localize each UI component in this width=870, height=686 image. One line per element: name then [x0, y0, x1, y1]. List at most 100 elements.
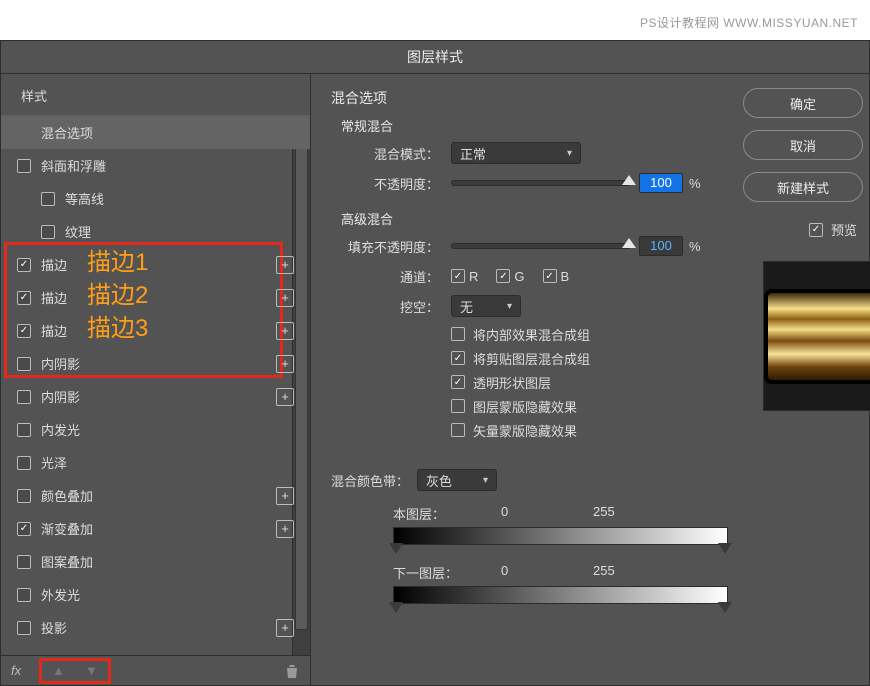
under-layer-label: 下一图层：: [393, 563, 458, 582]
channels-label: 通道：: [331, 267, 451, 286]
style-label: 渐变叠加: [41, 519, 276, 538]
opt3-checkbox[interactable]: [451, 375, 465, 389]
opt5-label: 矢量蒙版隐藏效果: [473, 421, 577, 440]
style-item-8[interactable]: 内阴影+: [1, 380, 310, 413]
fill-opacity-input[interactable]: 100: [639, 236, 683, 256]
opacity-slider[interactable]: [451, 180, 631, 186]
style-label: 斜面和浮雕: [41, 156, 294, 175]
style-label: 描边: [41, 321, 276, 340]
opt3-label: 透明形状图层: [473, 373, 551, 392]
move-down-icon[interactable]: ▼: [85, 663, 98, 678]
style-checkbox[interactable]: [17, 555, 31, 569]
opt1-label: 将内部效果混合成组: [473, 325, 590, 344]
style-item-12[interactable]: 渐变叠加+: [1, 512, 310, 545]
style-checkbox[interactable]: [41, 192, 55, 206]
blend-mode-select[interactable]: 正常▾: [451, 142, 581, 164]
style-label: 图案叠加: [41, 552, 294, 571]
styles-header: 样式: [1, 74, 310, 116]
advanced-blend-label: 高级混合: [337, 209, 397, 228]
fx-menu[interactable]: fx: [11, 663, 31, 678]
add-effect-icon[interactable]: +: [276, 289, 294, 307]
preview-thumbnail: [763, 261, 870, 411]
style-checkbox[interactable]: [17, 423, 31, 437]
style-checkbox[interactable]: [17, 456, 31, 470]
opt5-checkbox[interactable]: [451, 423, 465, 437]
style-checkbox[interactable]: [17, 621, 31, 635]
style-label: 混合选项: [41, 123, 294, 142]
style-label: 描边: [41, 255, 276, 274]
style-item-1[interactable]: 斜面和浮雕: [1, 149, 310, 182]
blend-if-label: 混合颜色带：: [331, 471, 417, 490]
opt4-checkbox[interactable]: [451, 399, 465, 413]
style-item-7[interactable]: 内阴影+: [1, 347, 310, 380]
move-up-icon[interactable]: ▲: [52, 663, 65, 678]
opt2-checkbox[interactable]: [451, 351, 465, 365]
style-item-15[interactable]: 投影+: [1, 611, 310, 644]
style-checkbox[interactable]: [17, 390, 31, 404]
style-checkbox[interactable]: [17, 159, 31, 173]
add-effect-icon[interactable]: +: [276, 520, 294, 538]
style-item-14[interactable]: 外发光: [1, 578, 310, 611]
style-item-9[interactable]: 内发光: [1, 413, 310, 446]
this-layer-band[interactable]: [393, 527, 728, 545]
style-label: 纹理: [65, 222, 294, 241]
this-layer-white-slider[interactable]: [718, 543, 732, 554]
style-item-6[interactable]: 描边+: [1, 314, 310, 347]
dialog-title: 图层样式: [1, 41, 869, 74]
add-effect-icon[interactable]: +: [276, 355, 294, 373]
this-layer-label: 本图层：: [393, 504, 445, 523]
dialog-buttons: 确定 取消 新建样式 预览: [757, 74, 869, 685]
trash-icon[interactable]: [284, 663, 300, 679]
style-checkbox[interactable]: [17, 324, 31, 338]
cancel-button[interactable]: 取消: [743, 130, 863, 160]
style-checkbox[interactable]: [41, 225, 55, 239]
blend-options-panel: 混合选项 常规混合 混合模式： 正常▾ 不透明度： 100 % 高级混合: [311, 74, 757, 685]
channel-r-checkbox[interactable]: [451, 269, 465, 283]
blend-if-select[interactable]: 灰色▾: [417, 469, 497, 491]
style-label: 内发光: [41, 420, 294, 439]
styles-list: 描边1 描边2 描边3 混合选项斜面和浮雕等高线纹理描边+描边+描边+内阴影+内…: [1, 116, 310, 655]
style-item-10[interactable]: 光泽: [1, 446, 310, 479]
style-item-11[interactable]: 颜色叠加+: [1, 479, 310, 512]
style-item-2[interactable]: 等高线: [1, 182, 310, 215]
preview-checkbox[interactable]: [809, 223, 823, 237]
preview-label: 预览: [831, 220, 857, 239]
knockout-select[interactable]: 无▾: [451, 295, 521, 317]
style-checkbox[interactable]: [17, 588, 31, 602]
style-item-0[interactable]: 混合选项: [1, 116, 310, 149]
channel-g-checkbox[interactable]: [496, 269, 510, 283]
under-layer-black-slider[interactable]: [389, 602, 403, 613]
opacity-input[interactable]: 100: [639, 173, 683, 193]
style-label: 投影: [41, 618, 276, 637]
style-item-13[interactable]: 图案叠加: [1, 545, 310, 578]
add-effect-icon[interactable]: +: [276, 256, 294, 274]
add-effect-icon[interactable]: +: [276, 487, 294, 505]
ok-button[interactable]: 确定: [743, 88, 863, 118]
style-item-3[interactable]: 纹理: [1, 215, 310, 248]
channel-b-checkbox[interactable]: [543, 269, 557, 283]
blend-mode-label: 混合模式：: [331, 144, 451, 163]
add-effect-icon[interactable]: +: [276, 322, 294, 340]
new-style-button[interactable]: 新建样式: [743, 172, 863, 202]
style-item-5[interactable]: 描边+: [1, 281, 310, 314]
fill-opacity-slider[interactable]: [451, 243, 631, 249]
under-layer-white-slider[interactable]: [718, 602, 732, 613]
style-checkbox[interactable]: [17, 522, 31, 536]
opt1-checkbox[interactable]: [451, 327, 465, 341]
style-checkbox[interactable]: [17, 357, 31, 371]
layer-style-dialog: 图层样式 样式 描边1 描边2 描边3 混合选项斜面和浮雕等高线纹理描边+描边+…: [0, 40, 870, 686]
this-layer-black-slider[interactable]: [389, 543, 403, 554]
add-effect-icon[interactable]: +: [276, 619, 294, 637]
style-checkbox[interactable]: [17, 258, 31, 272]
style-checkbox[interactable]: [17, 489, 31, 503]
opacity-unit: %: [689, 176, 701, 191]
style-label: 颜色叠加: [41, 486, 276, 505]
opt2-label: 将剪贴图层混合成组: [473, 349, 590, 368]
normal-blend-label: 常规混合: [337, 116, 397, 135]
style-checkbox[interactable]: [17, 291, 31, 305]
opacity-label: 不透明度：: [331, 174, 451, 193]
add-effect-icon[interactable]: +: [276, 388, 294, 406]
under-layer-band[interactable]: [393, 586, 728, 604]
style-item-4[interactable]: 描边+: [1, 248, 310, 281]
knockout-label: 挖空：: [331, 297, 451, 316]
